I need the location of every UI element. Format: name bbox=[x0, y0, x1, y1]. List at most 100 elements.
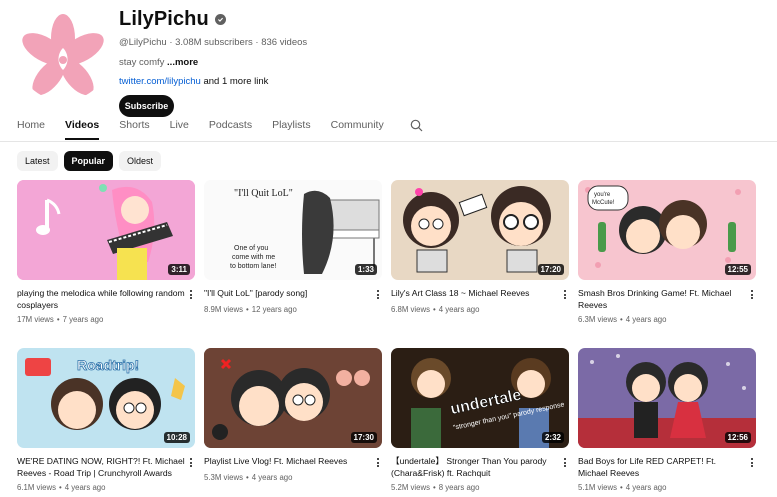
duration-badge: 2:32 bbox=[541, 432, 564, 443]
video-card[interactable]: 12:56 Bad Boys for Life RED CARPET! Ft. … bbox=[578, 348, 756, 492]
video-title[interactable]: Bad Boys for Life RED CARPET! Ft. Michae… bbox=[578, 456, 748, 479]
video-count: 836 videos bbox=[261, 37, 308, 48]
video-title[interactable]: Playlist Live Vlog! Ft. Michael Reeves bbox=[204, 456, 374, 469]
video-title[interactable]: Lily's Art Class 18 ~ Michael Reeves bbox=[391, 288, 561, 301]
kebab-menu-icon[interactable] bbox=[748, 456, 756, 479]
channel-meta: @LilyPichu · 3.08M subscribers · 836 vid… bbox=[119, 37, 308, 48]
view-count: 5.2M views bbox=[391, 483, 430, 492]
video-card[interactable]: 17:30 Playlist Live Vlog! Ft. Michael Re… bbox=[204, 348, 382, 482]
tab-podcasts[interactable]: Podcasts bbox=[209, 119, 252, 139]
video-thumbnail[interactable]: undertale "stronger than you" parody res… bbox=[391, 348, 569, 448]
video-thumbnail[interactable]: you're McCute! 12:55 bbox=[578, 180, 756, 280]
kebab-menu-icon[interactable] bbox=[374, 288, 382, 301]
video-stats: 6.1M views • 4 years ago bbox=[17, 483, 106, 492]
subscriber-count: 3.08M subscribers bbox=[175, 37, 253, 48]
channel-tabs: Home Videos Shorts Live Podcasts Playlis… bbox=[17, 119, 777, 141]
channel-links: twitter.com/lilypichu and 1 more link bbox=[119, 76, 307, 87]
video-card[interactable]: you're McCute! 12:55 Smash Bros Drinking… bbox=[578, 180, 756, 324]
channel-name: LilyPichu bbox=[119, 8, 209, 30]
upload-age: 4 years ago bbox=[251, 472, 293, 482]
tab-playlists[interactable]: Playlists bbox=[272, 119, 311, 139]
view-count: 6.8M views bbox=[391, 304, 430, 314]
video-title[interactable]: playing the melodica while following ran… bbox=[17, 288, 187, 311]
duration-badge: 1:33 bbox=[354, 264, 377, 275]
upload-age: 8 years ago bbox=[438, 483, 480, 492]
tab-home[interactable]: Home bbox=[17, 119, 45, 139]
video-card[interactable]: 17:20 Lily's Art Class 18 ~ Michael Reev… bbox=[391, 180, 569, 314]
kebab-menu-icon[interactable] bbox=[748, 288, 756, 311]
thumb-bubble-text-1: you're bbox=[594, 192, 611, 198]
video-title[interactable]: "I'll Quit LoL" [parody song] bbox=[204, 288, 374, 301]
video-thumbnail[interactable]: 12:56 bbox=[578, 348, 756, 448]
video-card[interactable]: undertale "stronger than you" parody res… bbox=[391, 348, 569, 492]
video-title[interactable]: 【undertale】 Stronger Than You parody (Ch… bbox=[391, 456, 561, 479]
duration-badge: 12:55 bbox=[724, 264, 751, 275]
video-title[interactable]: WE'RE DATING NOW, RIGHT?! Ft. Michael Re… bbox=[17, 456, 187, 479]
video-stats: 5.2M views • 8 years ago bbox=[391, 483, 480, 492]
thumb-bubble-text-2: McCute! bbox=[592, 200, 615, 206]
sort-chips: Latest Popular Oldest bbox=[17, 151, 167, 171]
duration-badge: 12:56 bbox=[724, 432, 751, 443]
kebab-menu-icon[interactable] bbox=[561, 456, 569, 479]
duration-badge: 17:30 bbox=[350, 432, 377, 443]
kebab-menu-icon[interactable] bbox=[561, 288, 569, 301]
upload-age: 4 years ago bbox=[625, 483, 667, 492]
video-card[interactable]: 3:11 playing the melodica while followin… bbox=[17, 180, 195, 324]
upload-age: 4 years ago bbox=[625, 315, 667, 324]
video-stats: 5.1M views • 4 years ago bbox=[578, 483, 667, 492]
more-links[interactable]: and 1 more link bbox=[203, 76, 268, 87]
thumb-roadtrip-text: Roadtrip! bbox=[77, 357, 139, 373]
upload-age: 4 years ago bbox=[64, 483, 106, 492]
view-count: 17M views bbox=[17, 315, 54, 324]
video-thumbnail[interactable]: Roadtrip! 10:28 bbox=[17, 348, 195, 448]
tab-live[interactable]: Live bbox=[170, 119, 189, 139]
chip-latest[interactable]: Latest bbox=[17, 151, 58, 171]
duration-badge: 10:28 bbox=[163, 432, 190, 443]
kebab-menu-icon[interactable] bbox=[187, 456, 195, 479]
channel-description[interactable]: stay comfy ...more bbox=[119, 57, 307, 68]
tab-community[interactable]: Community bbox=[331, 119, 384, 139]
view-count: 6.3M views bbox=[578, 315, 617, 324]
subscribe-button[interactable]: Subscribe bbox=[119, 95, 174, 117]
kebab-menu-icon[interactable] bbox=[374, 456, 382, 469]
upload-age: 4 years ago bbox=[438, 304, 480, 314]
search-icon[interactable] bbox=[410, 119, 423, 132]
video-stats: 6.8M views • 4 years ago bbox=[391, 304, 480, 314]
channel-header: LilyPichu @LilyPichu · 3.08M subscribers… bbox=[17, 8, 307, 117]
duration-badge: 17:20 bbox=[537, 264, 564, 275]
description-text: stay comfy bbox=[119, 57, 165, 68]
twitter-link[interactable]: twitter.com/lilypichu bbox=[119, 76, 201, 87]
video-card[interactable]: "I'll Quit LoL" One of you come with me … bbox=[204, 180, 382, 314]
video-thumbnail[interactable]: 17:30 bbox=[204, 348, 382, 448]
thumb-caption-line-3: to bottom lane! bbox=[230, 263, 276, 270]
thumb-caption-line-2: come with me bbox=[232, 254, 275, 261]
lily-flower-logo bbox=[22, 14, 104, 96]
chip-popular[interactable]: Popular bbox=[63, 151, 114, 171]
view-count: 5.3M views bbox=[204, 472, 243, 482]
video-thumbnail[interactable]: "I'll Quit LoL" One of you come with me … bbox=[204, 180, 382, 280]
video-thumbnail[interactable]: 17:20 bbox=[391, 180, 569, 280]
upload-age: 12 years ago bbox=[251, 304, 297, 314]
tabs-divider bbox=[0, 141, 777, 142]
view-count: 8.9M views bbox=[204, 304, 243, 314]
video-stats: 8.9M views • 12 years ago bbox=[204, 304, 297, 314]
chip-oldest[interactable]: Oldest bbox=[119, 151, 162, 171]
tab-videos[interactable]: Videos bbox=[65, 119, 100, 140]
thumb-caption-line-1: One of you bbox=[234, 245, 268, 252]
more-link[interactable]: ...more bbox=[167, 57, 198, 68]
upload-age: 7 years ago bbox=[62, 315, 104, 324]
video-card[interactable]: Roadtrip! 10:28 WE'RE DATING NOW, RIGHT?… bbox=[17, 348, 195, 492]
channel-avatar[interactable] bbox=[17, 8, 110, 101]
kebab-menu-icon[interactable] bbox=[187, 288, 195, 311]
duration-badge: 3:11 bbox=[168, 264, 190, 275]
check-circle-icon bbox=[214, 14, 226, 25]
video-thumbnail[interactable]: 3:11 bbox=[17, 180, 195, 280]
video-stats: 17M views • 7 years ago bbox=[17, 315, 104, 324]
video-stats: 6.3M views • 4 years ago bbox=[578, 315, 667, 324]
thumb-title-text: "I'll Quit LoL" bbox=[234, 188, 293, 199]
video-title[interactable]: Smash Bros Drinking Game! Ft. Michael Re… bbox=[578, 288, 748, 311]
tab-shorts[interactable]: Shorts bbox=[119, 119, 149, 139]
view-count: 5.1M views bbox=[578, 483, 617, 492]
view-count: 6.1M views bbox=[17, 483, 56, 492]
video-stats: 5.3M views • 4 years ago bbox=[204, 472, 293, 482]
